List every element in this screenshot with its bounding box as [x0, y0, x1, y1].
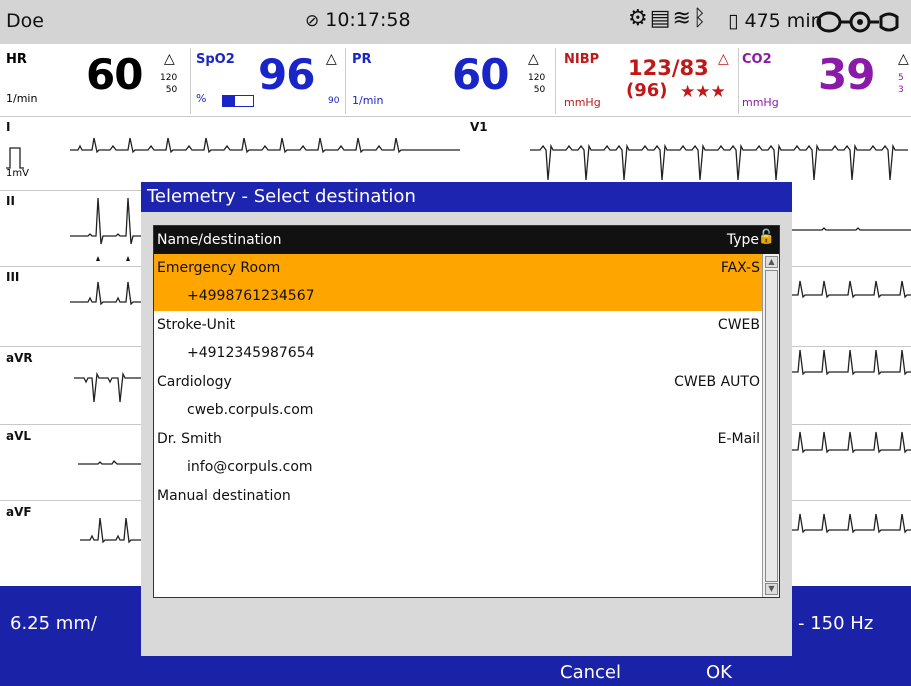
column-type-header: Type: [726, 232, 759, 248]
nibp-unit: mmHg: [564, 96, 601, 109]
list-item[interactable]: Stroke-Unit +4912345987654 CWEB: [154, 311, 762, 368]
lead-label: aVF: [6, 505, 32, 519]
hr-label: HR: [6, 52, 27, 67]
destination-address: +4998761234567: [187, 288, 315, 304]
divider: [190, 48, 191, 114]
spo2-unit: %: [196, 92, 207, 105]
cancel-button[interactable]: Cancel: [560, 662, 621, 683]
list-item[interactable]: Emergency Room +4998761234567 FAX-S: [154, 254, 762, 311]
alarm-bell-icon: △: [898, 51, 909, 67]
hr-value[interactable]: 60: [86, 50, 143, 99]
ecg-trace-avl: [78, 459, 141, 465]
destination-name: Emergency Room: [157, 260, 281, 276]
pr-limit: 90: [328, 96, 340, 106]
ecg-trace-v1: [530, 143, 908, 181]
alarm-bell-icon: △: [718, 51, 729, 67]
scroll-up-icon[interactable]: ▲: [765, 256, 778, 268]
status-icons: ⚙▤≋ᛒ: [628, 6, 708, 31]
ok-button[interactable]: OK: [706, 662, 732, 683]
destination-name: Dr. Smith: [157, 431, 222, 447]
scrollbar-thumb[interactable]: [765, 270, 778, 582]
clock-time: 10:17:58: [325, 9, 411, 31]
scroll-down-icon[interactable]: ▼: [765, 583, 778, 595]
co2-label: CO2: [742, 52, 772, 67]
divider: [738, 48, 739, 114]
destination-type: FAX-S: [720, 260, 760, 276]
ecg-trace-i: [70, 137, 460, 154]
clock-icon: ⊘: [305, 11, 320, 31]
sweep-speed[interactable]: 6.25 mm/: [10, 613, 97, 634]
clock: ⊘ 10:17:58: [305, 9, 411, 31]
ecg-trace-avr: [74, 371, 141, 403]
wifi-icon: ≋: [672, 6, 693, 31]
patient-name: Doe: [6, 10, 44, 32]
lead-label: II: [6, 194, 15, 208]
destination-name: Stroke-Unit: [157, 317, 236, 333]
destination-list[interactable]: Name/destination Type 🔓 Emergency Room +…: [153, 225, 780, 598]
column-name-header: Name/destination: [157, 232, 282, 248]
pr-limits: 120 50: [528, 73, 546, 95]
gps-icon: ⚙: [628, 6, 650, 31]
hr-limits: 120 50: [160, 73, 178, 95]
ecg-trace-iii: [70, 281, 141, 306]
co2-value[interactable]: 39: [818, 50, 875, 99]
printer-icon: ▤: [649, 6, 673, 31]
spo2-value[interactable]: 96: [258, 50, 315, 99]
destination-type: CWEB AUTO: [674, 374, 760, 390]
list-item-manual[interactable]: Manual destination: [154, 482, 762, 510]
list-header: Name/destination Type 🔓: [154, 226, 779, 254]
nibp-value[interactable]: 123/83: [628, 56, 709, 80]
destination-name: Cardiology: [157, 374, 232, 390]
lead-label: I: [6, 120, 11, 134]
spo2-perfusion-bar: [222, 95, 254, 107]
list-item[interactable]: Dr. Smith info@corpuls.com E-Mail: [154, 425, 762, 482]
ecg-traces-right: [792, 227, 911, 534]
destination-type: CWEB: [717, 317, 760, 333]
destination-type: E-Mail: [717, 431, 760, 447]
hr-unit: 1/min: [6, 92, 38, 105]
manual-destination-label: Manual destination: [157, 488, 291, 504]
device-link-icon: [816, 11, 899, 33]
ecg-trace-avf: [80, 517, 141, 544]
ecg-trace-ii: [70, 197, 141, 261]
nibp-mean: (96): [626, 80, 668, 101]
co2-limits: 53: [898, 73, 904, 95]
lock-icon: 🔓: [757, 229, 775, 245]
alarm-bell-icon: △: [528, 51, 539, 67]
filter-setting[interactable]: - 150 Hz: [798, 613, 873, 634]
co2-unit: mmHg: [742, 96, 779, 109]
nibp-label: NIBP: [564, 52, 600, 67]
lead-label: aVL: [6, 429, 32, 443]
pr-value[interactable]: 60: [452, 50, 509, 99]
destination-address: cweb.corpuls.com: [187, 402, 314, 418]
battery-status: ▯ 475 min: [728, 10, 823, 32]
lead-label: aVR: [6, 351, 33, 365]
lead-label: III: [6, 270, 20, 284]
nibp-quality-stars: ★★★: [680, 82, 726, 102]
battery-time: 475 min: [744, 10, 823, 32]
alarm-bell-icon: △: [326, 51, 337, 67]
dialog-title: Telemetry - Select destination: [141, 182, 792, 212]
list-item[interactable]: Cardiology cweb.corpuls.com CWEB AUTO: [154, 368, 762, 425]
scrollbar[interactable]: ▲ ▼: [762, 254, 779, 597]
cal-label: 1mV: [6, 168, 29, 179]
destination-address: +4912345987654: [187, 345, 315, 361]
divider: [345, 48, 346, 114]
spo2-label: SpO2: [196, 52, 235, 67]
divider: [555, 48, 556, 114]
pr-unit: 1/min: [352, 94, 384, 107]
alarm-bell-icon: △: [164, 51, 175, 67]
lead-label: V1: [470, 120, 488, 134]
destination-address: info@corpuls.com: [187, 459, 313, 475]
bluetooth-icon: ᛒ: [692, 6, 709, 31]
battery-icon: ▯: [728, 10, 745, 32]
pr-label: PR: [352, 52, 372, 67]
